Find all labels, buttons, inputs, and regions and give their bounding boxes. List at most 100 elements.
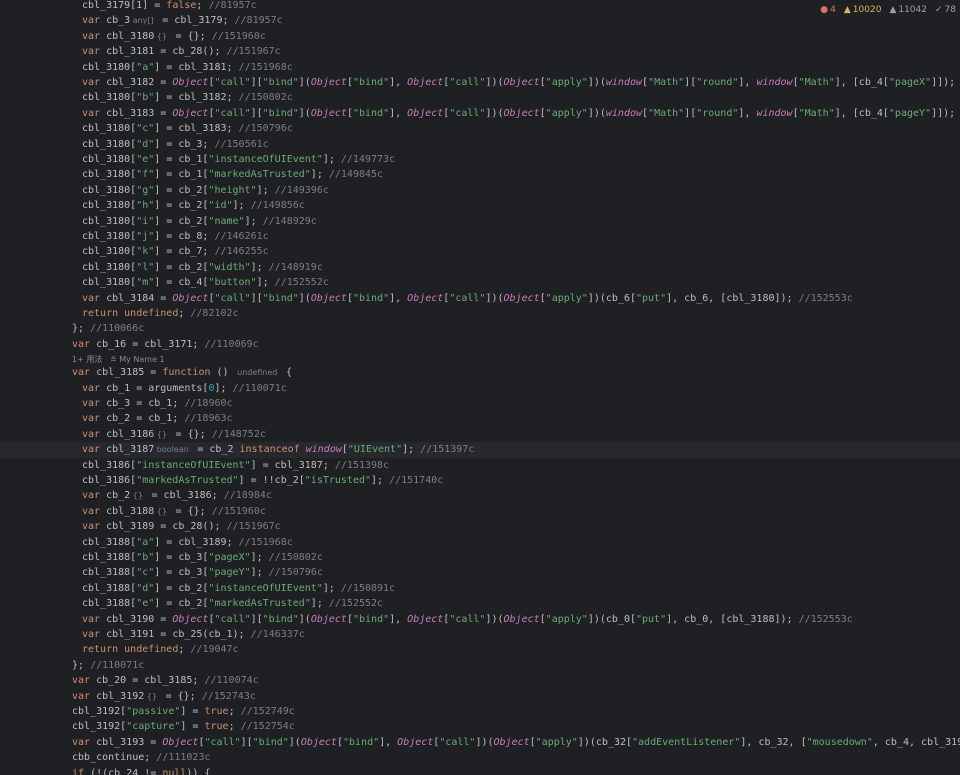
code-line[interactable]: cbl_3180["k"] = cb_7; //146255c xyxy=(82,244,269,259)
code-line[interactable]: var cb_3 = cb_1; //18960c xyxy=(82,396,233,411)
code-token: (!(cb_24 != xyxy=(90,767,163,775)
code-comment: //151967c xyxy=(226,521,281,533)
code-line[interactable]: var cbl_3189 = cb_28(); //151967c xyxy=(82,519,281,534)
code-line[interactable]: var cbl_3193 = Object["call"]["bind"](Ob… xyxy=(72,735,960,750)
weak-warnings-indicator[interactable]: ▲ 11042 xyxy=(889,5,927,15)
code-token: "call" xyxy=(449,107,486,119)
inlay-type-hint: {} xyxy=(154,429,170,439)
code-line[interactable]: cbl_3180["a"] = cbl_3181; //151968c xyxy=(82,60,293,75)
code-token: ][ xyxy=(250,77,263,88)
code-line[interactable]: var cbl_3191 = cb_25(cb_1); //146337c xyxy=(82,627,305,642)
code-token: "Math" xyxy=(648,107,685,119)
code-token: var xyxy=(72,675,97,687)
code-token: ] = cb_4[ xyxy=(154,277,209,289)
typos-indicator[interactable]: ✓ 78 xyxy=(935,5,956,15)
code-line[interactable]: cbl_3186["instanceOfUIEvent"] = cbl_3187… xyxy=(82,458,389,473)
warnings-indicator[interactable]: ▲ 10020 xyxy=(844,5,882,15)
code-line[interactable]: var cbl_3186 {} = {}; //148752c xyxy=(82,427,266,442)
inspection-status-bar[interactable]: ● 4 ▲ 10020 ▲ 11042 ✓ 78 xyxy=(820,3,956,17)
code-token: ]( xyxy=(298,77,311,88)
code-line[interactable]: cbl_3180["i"] = cb_2["name"]; //148929c xyxy=(82,214,317,229)
code-comment: //81957c xyxy=(208,0,257,11)
code-line[interactable]: return undefined; //82102c xyxy=(82,306,239,321)
code-line[interactable]: cbl_3180["f"] = cb_1["markedAsTrusted"];… xyxy=(82,167,383,182)
inlay-type-hint: {} xyxy=(130,491,146,501)
code-line[interactable]: var cb_3 any[] = cbl_3179; //81957c xyxy=(82,13,283,28)
errors-indicator[interactable]: ● 4 xyxy=(820,5,836,15)
code-token: Object xyxy=(503,107,540,119)
code-line[interactable]: cbl_3180["b"] = cbl_3182; //150802c xyxy=(82,90,293,105)
code-token: "bind" xyxy=(262,77,299,88)
code-line[interactable]: cbl_3179[1] = false; //81957c xyxy=(82,0,257,13)
code-line[interactable]: cbl_3180["g"] = cb_2["height"]; //149396… xyxy=(82,183,329,198)
code-line[interactable]: var cbl_3185 = function () undefined { xyxy=(72,365,292,380)
code-line[interactable]: cbl_3192["capture"] = true; //152754c xyxy=(72,719,295,734)
code-token: "d" xyxy=(136,138,155,150)
code-line[interactable]: cbl_3192["passive"] = true; //152749c xyxy=(72,704,295,719)
code-comment: //82102c xyxy=(190,308,239,319)
code-token: "bind" xyxy=(262,613,299,625)
code-token: ] = !!cb_2[ xyxy=(238,475,305,486)
code-line[interactable]: cbl_3188["a"] = cbl_3189; //151968c xyxy=(82,535,293,550)
code-line[interactable]: cbl_3188["c"] = cb_3["pageY"]; //150796c xyxy=(82,565,323,580)
code-line[interactable]: cbl_3180["j"] = cb_8; //146261c xyxy=(82,229,269,244)
code-line[interactable]: var cbl_3182 = Object["call"]["bind"](Ob… xyxy=(82,75,960,90)
code-token: "j" xyxy=(136,231,155,242)
code-token: ], cb_6, [cbl_3180]); xyxy=(666,292,799,304)
code-line[interactable]: cbl_3180["l"] = cb_2["width"]; //148919c xyxy=(82,260,323,275)
code-comment: //19047c xyxy=(190,644,239,656)
code-line[interactable]: cbl_3188["e"] = cb_2["markedAsTrusted"];… xyxy=(82,596,383,611)
code-line[interactable]: return undefined; //19047c xyxy=(82,642,239,657)
code-line[interactable]: }; //110071c xyxy=(72,658,144,673)
code-line[interactable]: cbl_3180["e"] = cb_1["instanceOfUIEvent"… xyxy=(82,152,395,167)
code-token: = {}; xyxy=(169,505,212,517)
code-line[interactable]: cbl_3180["h"] = cb_2["id"]; //149856c xyxy=(82,198,305,213)
code-token: ]; xyxy=(256,277,275,289)
code-token: "call" xyxy=(214,77,251,88)
code-line[interactable]: var cbl_3188 {} = {}; //151960c xyxy=(82,504,266,519)
code-line[interactable]: var cbl_3183 = Object["call"]["bind"](Ob… xyxy=(82,106,960,121)
code-token: var xyxy=(82,505,107,517)
code-line[interactable]: var cb_20 = cbl_3185; //110074c xyxy=(72,673,259,688)
code-line[interactable]: cbl_3180["d"] = cb_3; //150561c xyxy=(82,137,269,152)
code-line[interactable]: var cbl_3192 {} = {}; //152743c xyxy=(72,689,256,704)
code-line[interactable]: var cbl_3184 = Object["call"]["bind"](Ob… xyxy=(82,291,853,306)
code-token: window xyxy=(605,77,643,88)
code-token: Object xyxy=(162,736,199,748)
code-line[interactable]: var cbl_3180 {} = {}; //151960c xyxy=(82,29,266,44)
code-token: ] = xyxy=(180,706,205,717)
code-token: "call" xyxy=(449,613,486,625)
code-line[interactable]: if (!(cb_24 != null)) { xyxy=(72,766,211,775)
code-token: cbl_3187 xyxy=(106,444,155,456)
code-line[interactable]: var cb_16 = cbl_3171; //110069c xyxy=(72,337,259,352)
code-line[interactable]: cbl_3180["m"] = cb_4["button"]; //152552… xyxy=(82,275,329,290)
code-line[interactable]: }; //110066c xyxy=(72,321,144,336)
code-token: undefined xyxy=(124,644,179,656)
code-token: "height" xyxy=(208,184,257,196)
code-line[interactable]: cbl_3188["d"] = cb_2["instanceOfUIEvent"… xyxy=(82,581,395,596)
inlay-type-hint: {} xyxy=(154,31,170,41)
code-line[interactable]: var cbl_3181 = cb_28(); //151967c xyxy=(82,44,281,59)
code-comment: //148929c xyxy=(262,215,317,227)
code-line[interactable]: cbl_3186["markedAsTrusted"] = !!cb_2["is… xyxy=(82,473,443,488)
code-line[interactable]: var cb_2 = cb_1; //18963c xyxy=(82,411,233,426)
code-editor[interactable]: ● 4 ▲ 10020 ▲ 11042 ✓ 78 cbl_3179[1] = f… xyxy=(0,0,960,775)
code-line[interactable]: cbb_continue; //111023c xyxy=(72,750,210,765)
code-comment: //152754c xyxy=(240,721,295,733)
code-comment: //152743c xyxy=(201,690,256,702)
code-token: ] = cbl_3183; xyxy=(154,123,239,135)
code-comment: //148752c xyxy=(211,428,266,440)
code-line[interactable]: var cbl_3190 = Object["call"]["bind"](Ob… xyxy=(82,612,853,627)
code-line[interactable]: cbl_3180["c"] = cbl_3183; //150796c xyxy=(82,121,293,136)
code-comment: //111023c xyxy=(156,752,211,764)
code-line[interactable]: var cb_2 {} = cbl_3186; //18984c xyxy=(82,488,272,503)
code-token: cbl_3192[ xyxy=(72,706,127,717)
code-token: ][ xyxy=(250,613,263,625)
code-line[interactable]: var cbl_3187 boolean = cb_2 instanceof w… xyxy=(0,442,960,458)
code-line[interactable]: cbl_3188["b"] = cb_3["pageX"]; //150802c xyxy=(82,550,323,565)
code-token: cbl_3180[ xyxy=(82,246,137,258)
code-token: ] = cb_3[ xyxy=(154,552,209,563)
code-token: cbl_3181 = cb_28(); xyxy=(106,46,227,58)
code-token: cbl_3188[ xyxy=(82,582,137,594)
code-line[interactable]: var cb_1 = arguments[0]; //110071c xyxy=(82,381,287,396)
